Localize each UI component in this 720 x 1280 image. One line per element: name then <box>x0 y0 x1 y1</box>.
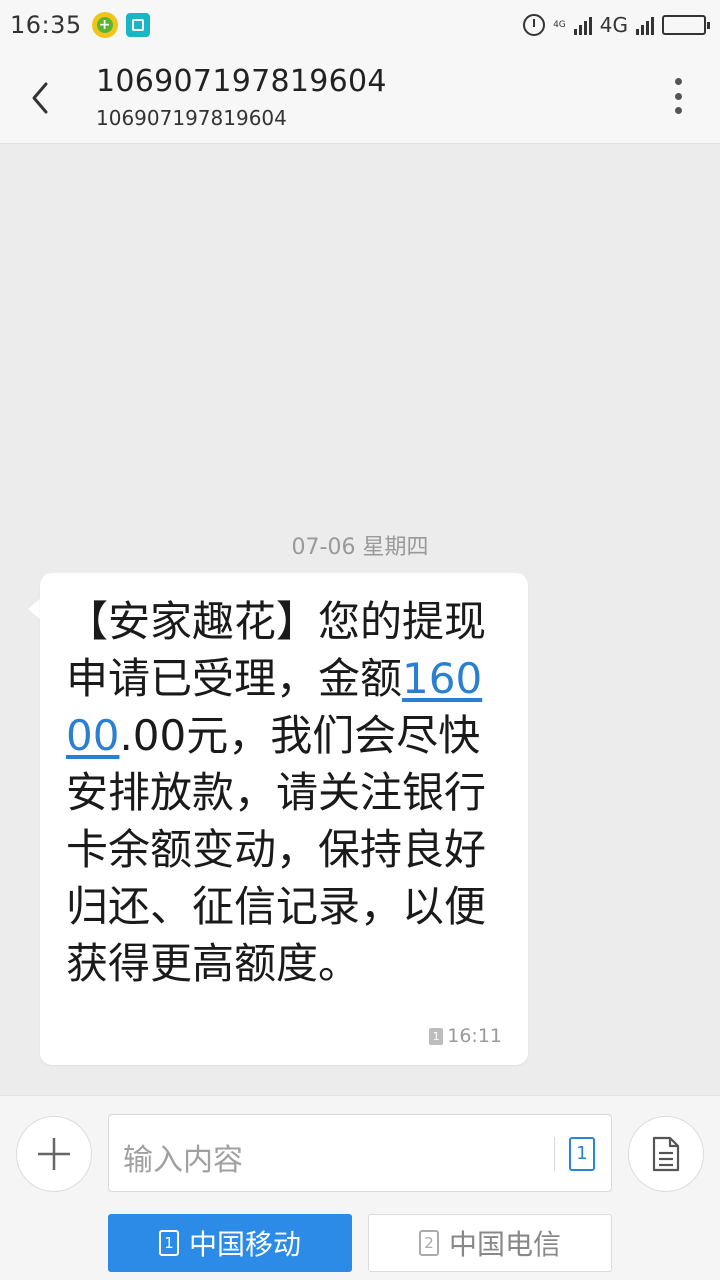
message-list[interactable]: 07-06 星期四 【安家趣花】您的提现申请已受理，金额16000.00元，我们… <box>0 145 720 1095</box>
message-bubble[interactable]: 【安家趣花】您的提现申请已受理，金额16000.00元，我们会尽快安排放款，请关… <box>40 573 528 1065</box>
send-sim1-button[interactable]: 1 中国移动 <box>108 1214 352 1272</box>
contact-number: 106907197819604 <box>96 106 287 130</box>
add-attachment-button[interactable] <box>16 1116 92 1192</box>
sim2-label: 中国电信 <box>448 1228 561 1261</box>
more-options-icon[interactable] <box>672 78 684 114</box>
sim1-icon: 1 <box>158 1230 179 1256</box>
sim-select-icon[interactable]: 1 <box>569 1137 595 1171</box>
status-time: 16:35 <box>10 11 82 39</box>
composer: 输入内容 1 1 中国移动 2 中国电信 <box>0 1095 720 1280</box>
status-bar: 16:35 + 4G 4G <box>0 0 720 50</box>
sim-card-icon: 1 <box>429 1027 444 1045</box>
alarm-icon <box>523 14 546 36</box>
contact-title: 106907197819604 <box>96 64 387 99</box>
quick-text-button[interactable] <box>628 1116 704 1192</box>
sim1-label: 中国移动 <box>188 1228 301 1261</box>
send-sim2-button[interactable]: 2 中国电信 <box>368 1214 612 1272</box>
message-meta: 1 16:11 <box>429 1025 502 1047</box>
sim2-icon: 2 <box>418 1230 439 1256</box>
input-divider <box>554 1137 555 1171</box>
conversation-header: 106907197819604 106907197819604 <box>0 50 720 144</box>
document-icon <box>652 1136 680 1172</box>
message-input-placeholder: 输入内容 <box>123 1143 243 1178</box>
plus-icon <box>38 1138 70 1170</box>
signal-icon <box>573 15 592 35</box>
status-right-group: 4G 4G <box>523 13 710 37</box>
date-divider: 07-06 星期四 <box>291 535 429 560</box>
back-arrow-icon[interactable] <box>22 78 66 118</box>
message-text-after: .00元，我们会尽快安排放款，请关注银行卡余额变动，保持良好归还、征信记录，以便… <box>66 711 487 988</box>
teal-scan-app-icon <box>125 13 150 37</box>
network-label: 4G <box>599 13 628 37</box>
message-input[interactable]: 输入内容 1 <box>108 1114 612 1192</box>
tiny-network-label: 4G <box>553 20 566 30</box>
signal-icon-secondary <box>636 15 654 35</box>
message-time: 16:11 <box>447 1025 502 1047</box>
battery-icon <box>662 15 710 35</box>
message-text: 【安家趣花】您的提现申请已受理，金额16000.00元，我们会尽快安排放款，请关… <box>66 593 506 992</box>
green-plus-app-icon: + <box>91 12 118 38</box>
